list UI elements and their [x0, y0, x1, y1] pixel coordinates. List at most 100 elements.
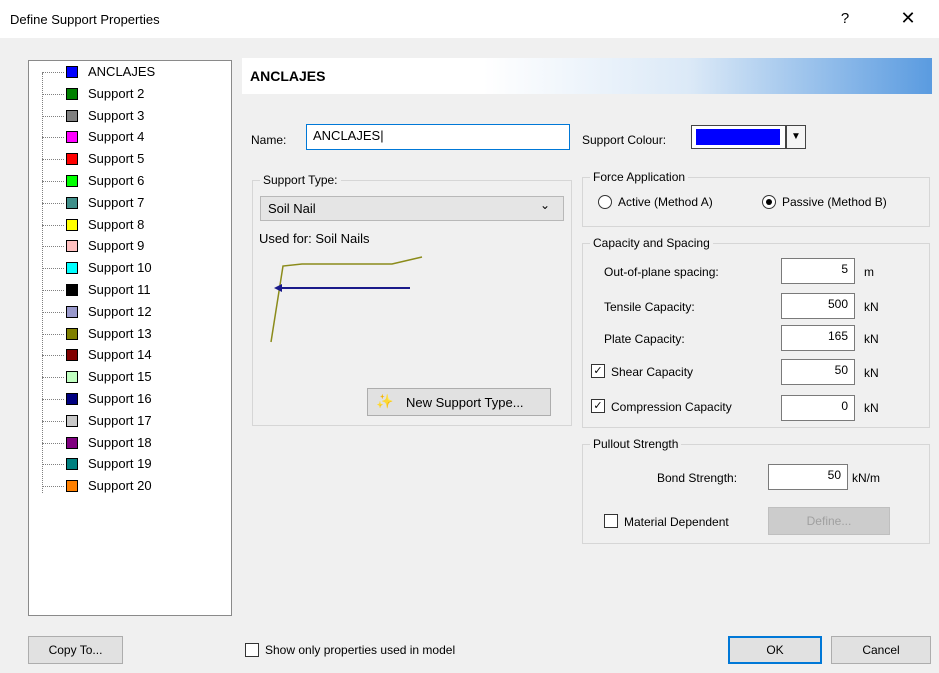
nail-head-arrow: [274, 284, 282, 292]
tree-item[interactable]: Support 15: [42, 367, 222, 387]
tree-item-label: Support 14: [88, 347, 152, 363]
passive-radio-label[interactable]: Passive (Method B): [782, 195, 887, 209]
tree-item[interactable]: Support 17: [42, 411, 222, 431]
tree-branch-line: [42, 442, 64, 444]
compression-unit: kN: [864, 401, 879, 415]
wand-icon: ✨: [376, 393, 394, 409]
tree-item-label: Support 11: [88, 282, 151, 297]
force-application-title: Force Application: [590, 170, 689, 184]
support-color-swatch: [66, 371, 78, 384]
tree-item[interactable]: Support 4: [42, 127, 222, 147]
support-colour-swatch: [696, 129, 780, 145]
capacity-spacing-title: Capacity and Spacing: [590, 236, 713, 250]
out-of-plane-input[interactable]: 5: [781, 258, 855, 284]
tree-item[interactable]: Support 9: [42, 236, 222, 256]
show-only-label[interactable]: Show only properties used in model: [265, 643, 455, 657]
tree-item[interactable]: Support 12: [42, 302, 222, 322]
shear-checkbox[interactable]: ✓: [591, 364, 605, 378]
tree-item-label: ANCLAJES: [88, 64, 156, 79]
out-of-plane-unit: m: [864, 265, 874, 279]
tree-branch-line: [42, 464, 64, 466]
text-caret: |: [380, 128, 384, 143]
tree-item-label: Support 19: [88, 456, 152, 472]
plate-label: Plate Capacity:: [604, 332, 685, 346]
shear-unit: kN: [864, 366, 879, 380]
compression-label[interactable]: Compression Capacity: [611, 400, 732, 414]
support-color-swatch: [66, 109, 78, 122]
material-dependent-checkbox[interactable]: [604, 514, 618, 528]
used-for-text: Used for: Soil Nails: [259, 231, 370, 246]
support-type-select[interactable]: Soil Nail: [260, 196, 564, 221]
bond-strength-unit: kN/m: [852, 471, 880, 485]
passive-radio[interactable]: [762, 195, 776, 209]
tree-item[interactable]: ANCLAJES: [42, 62, 222, 82]
shear-input[interactable]: 50: [781, 359, 855, 385]
tree-item-label: Support 15: [88, 369, 152, 385]
new-support-type-label: New Support Type...: [406, 395, 524, 410]
support-type-group-title: Support Type:: [260, 173, 341, 187]
header-banner: [242, 58, 932, 94]
close-button[interactable]: ✕: [896, 8, 920, 29]
tensile-input[interactable]: 500: [781, 293, 855, 319]
tree-item[interactable]: Support 13: [42, 324, 222, 344]
active-radio[interactable]: [598, 195, 612, 209]
new-support-type-button[interactable]: ✨ New Support Type...: [367, 388, 551, 416]
tree-item[interactable]: Support 2: [42, 84, 222, 104]
tree-branch-line: [42, 290, 64, 291]
shear-label[interactable]: Shear Capacity: [611, 365, 693, 379]
copy-to-button[interactable]: Copy To...: [28, 636, 123, 664]
chevron-down-icon[interactable]: ▼: [786, 125, 806, 149]
tree-item-label: Support 3: [88, 107, 145, 123]
tree-item-label: Support 12: [88, 303, 152, 319]
tree-item[interactable]: Support 14: [42, 345, 222, 365]
help-button[interactable]: ?: [836, 10, 854, 27]
tree-item[interactable]: Support 8: [42, 215, 222, 235]
tree-item-label: Support 8: [88, 216, 145, 232]
support-color-swatch: [66, 196, 78, 209]
name-input[interactable]: ANCLAJES|: [306, 124, 570, 150]
tree-item[interactable]: Support 20: [42, 476, 222, 496]
slope-surface-line: [270, 256, 423, 343]
tree-item[interactable]: Support 19: [42, 454, 222, 474]
tree-item-label: Support 18: [88, 434, 152, 450]
tree-item[interactable]: Support 18: [42, 433, 222, 453]
ok-button[interactable]: OK: [728, 636, 822, 664]
compression-input[interactable]: 0: [781, 395, 855, 421]
tree-item[interactable]: Support 3: [42, 106, 222, 126]
soil-nail-preview: [270, 256, 423, 343]
tree-branch-line: [42, 268, 64, 270]
pullout-strength-title: Pullout Strength: [590, 437, 682, 451]
plate-input[interactable]: 165: [781, 325, 855, 351]
tree-item[interactable]: Support 11: [42, 280, 222, 300]
support-color-swatch: [66, 153, 78, 166]
active-radio-label[interactable]: Active (Method A): [618, 195, 713, 209]
tree-branch-line: [42, 137, 64, 139]
tree-branch-line: [42, 333, 64, 335]
tree-branch-line: [42, 420, 64, 422]
tree-branch-line: [42, 246, 64, 248]
tree-branch-line: [42, 486, 64, 488]
compression-checkbox[interactable]: ✓: [591, 399, 605, 413]
tree-branch-line: [42, 224, 64, 226]
tree-item[interactable]: Support 7: [42, 193, 222, 213]
support-color-swatch: [66, 349, 78, 362]
tree-item[interactable]: Support 16: [42, 389, 222, 409]
tree-item-label: Support 7: [88, 194, 145, 210]
tree-item-label: Support 20: [88, 478, 152, 494]
tree-item-label: Support 2: [88, 85, 145, 101]
bond-strength-label: Bond Strength:: [657, 471, 738, 485]
tree-item[interactable]: Support 10: [42, 258, 222, 278]
tree-item[interactable]: Support 5: [42, 149, 222, 169]
tree-item-label: Support 9: [88, 238, 145, 254]
tree-branch-line: [42, 202, 64, 204]
support-color-swatch: [66, 327, 78, 340]
tree-item[interactable]: Support 6: [42, 171, 222, 191]
support-color-swatch: [66, 218, 78, 231]
material-dependent-label[interactable]: Material Dependent: [624, 515, 729, 529]
name-value: ANCLAJES: [313, 128, 381, 143]
show-only-checkbox[interactable]: [245, 643, 259, 657]
tree-branch-line: [42, 115, 64, 117]
bond-strength-input[interactable]: 50: [768, 464, 848, 490]
define-button[interactable]: Define...: [768, 507, 890, 535]
cancel-button[interactable]: Cancel: [831, 636, 931, 664]
